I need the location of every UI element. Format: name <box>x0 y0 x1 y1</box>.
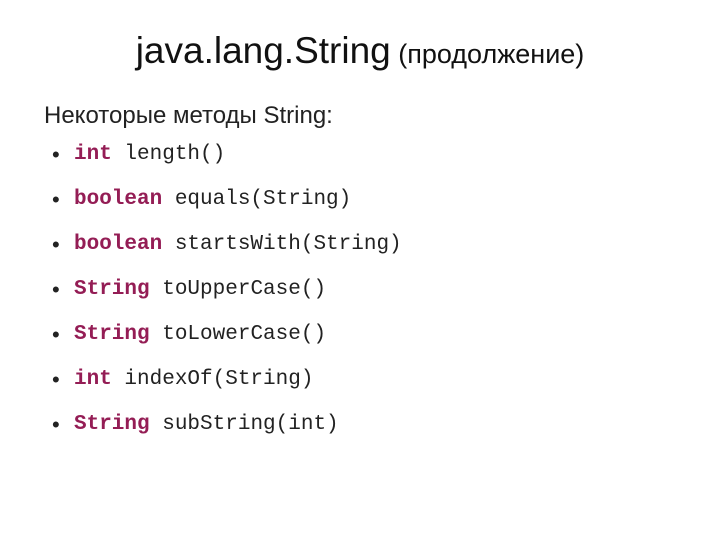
method-list: int length() boolean equals(String) bool… <box>40 144 680 435</box>
keyword: String <box>74 278 150 301</box>
list-item: int length() <box>52 144 680 165</box>
subtitle: Некоторые методы String: <box>40 102 680 130</box>
list-item: String toLowerCase() <box>52 324 680 345</box>
keyword: String <box>74 323 150 346</box>
list-item: boolean startsWith(String) <box>52 234 680 255</box>
title-main: java.lang.String <box>136 30 391 71</box>
keyword: int <box>74 368 112 391</box>
method-signature: toLowerCase() <box>150 323 326 346</box>
method-signature: equals(String) <box>162 188 351 211</box>
keyword: String <box>74 413 150 436</box>
method-signature: toUpperCase() <box>150 278 326 301</box>
list-item: boolean equals(String) <box>52 189 680 210</box>
method-signature: length() <box>112 143 225 166</box>
keyword: int <box>74 143 112 166</box>
keyword: boolean <box>74 233 162 256</box>
list-item: String subString(int) <box>52 414 680 435</box>
method-signature: indexOf(String) <box>112 368 314 391</box>
slide: java.lang.String (продолжение) Некоторые… <box>0 0 720 540</box>
method-signature: subString(int) <box>150 413 339 436</box>
list-item: String toUpperCase() <box>52 279 680 300</box>
page-title: java.lang.String (продолжение) <box>40 30 680 72</box>
list-item: int indexOf(String) <box>52 369 680 390</box>
title-sub: (продолжение) <box>391 39 585 69</box>
keyword: boolean <box>74 188 162 211</box>
method-signature: startsWith(String) <box>162 233 401 256</box>
